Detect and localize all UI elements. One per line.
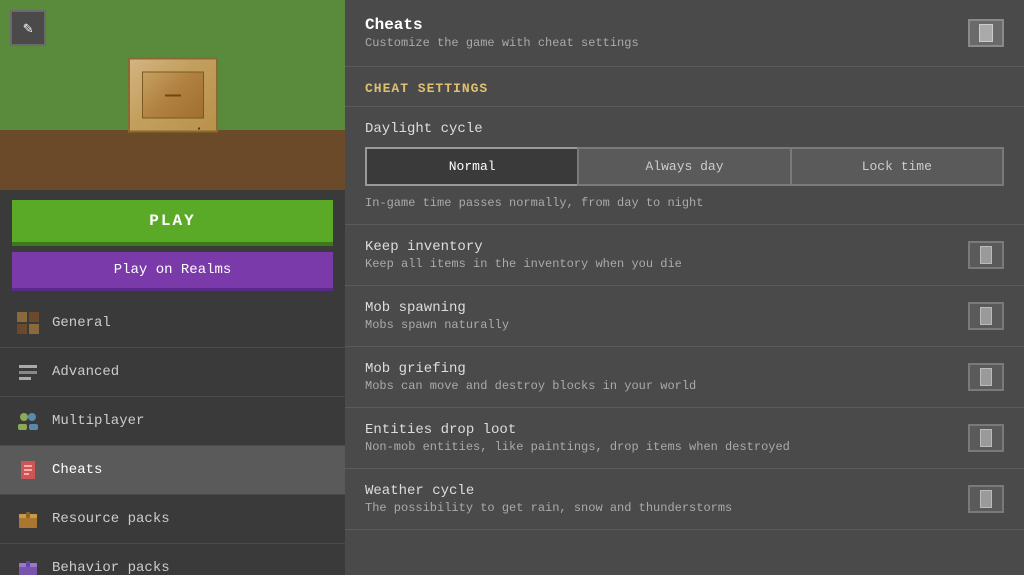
weather-cycle-desc: The possibility to get rain, snow and th… bbox=[365, 501, 952, 515]
sidebar-item-cheats[interactable]: Cheats bbox=[0, 446, 345, 495]
daylight-note: In-game time passes normally, from day t… bbox=[365, 196, 1004, 210]
sidebar-item-label-multiplayer: Multiplayer bbox=[52, 413, 144, 429]
mob-spawning-desc: Mobs spawn naturally bbox=[365, 318, 952, 332]
mob-spawning-toggle-inner bbox=[980, 307, 992, 325]
weather-cycle-info: Weather cycle The possibility to get rai… bbox=[365, 483, 952, 515]
content-panel: Cheats Customize the game with cheat set… bbox=[345, 0, 1024, 575]
cheats-icon bbox=[16, 458, 40, 482]
entities-drop-loot-toggle-inner bbox=[980, 429, 992, 447]
resource-packs-icon bbox=[16, 507, 40, 531]
keep-inventory-info: Keep inventory Keep all items in the inv… bbox=[365, 239, 952, 271]
world-preview: ✎ bbox=[0, 0, 345, 190]
weather-cycle-row: Weather cycle The possibility to get rai… bbox=[345, 469, 1024, 530]
play-button[interactable]: PLAY bbox=[12, 200, 333, 246]
weather-cycle-toggle-inner bbox=[980, 490, 992, 508]
sidebar-item-label-cheats: Cheats bbox=[52, 462, 102, 478]
daylight-lock-time-button[interactable]: Lock time bbox=[790, 147, 1004, 186]
world-preview-sand-inner bbox=[142, 72, 204, 119]
multiplayer-icon bbox=[16, 409, 40, 433]
entities-drop-loot-row: Entities drop loot Non-mob entities, lik… bbox=[345, 408, 1024, 469]
entities-drop-loot-toggle[interactable] bbox=[968, 424, 1004, 452]
sidebar-item-label-advanced: Advanced bbox=[52, 364, 119, 380]
entities-drop-loot-desc: Non-mob entities, like paintings, drop i… bbox=[365, 440, 952, 454]
cheats-header-row: Cheats Customize the game with cheat set… bbox=[345, 0, 1024, 67]
sidebar-item-label-behavior-packs: Behavior packs bbox=[52, 560, 170, 575]
sidebar-item-label-general: General bbox=[52, 315, 111, 331]
keep-inventory-desc: Keep all items in the inventory when you… bbox=[365, 257, 952, 271]
edit-world-button[interactable]: ✎ bbox=[10, 10, 46, 46]
world-preview-sand-inner2 bbox=[165, 95, 181, 97]
cheat-settings-header: CHEAT SETTINGS bbox=[345, 67, 1024, 107]
cheats-title: Cheats bbox=[365, 16, 639, 34]
play-realms-button[interactable]: Play on Realms bbox=[12, 252, 333, 291]
cheats-description: Customize the game with cheat settings bbox=[365, 36, 639, 50]
weather-cycle-name: Weather cycle bbox=[365, 483, 952, 499]
daylight-normal-button[interactable]: Normal bbox=[365, 147, 577, 186]
sidebar-item-label-resource-packs: Resource packs bbox=[52, 511, 170, 527]
mob-griefing-name: Mob griefing bbox=[365, 361, 952, 377]
mob-spawning-toggle[interactable] bbox=[968, 302, 1004, 330]
world-preview-sand-inner3 bbox=[198, 128, 200, 130]
mob-spawning-info: Mob spawning Mobs spawn naturally bbox=[365, 300, 952, 332]
nav-items: General Advanced Multipla bbox=[0, 299, 345, 575]
sidebar-item-resource-packs[interactable]: Resource packs bbox=[0, 495, 345, 544]
sidebar-item-behavior-packs[interactable]: Behavior packs bbox=[0, 544, 345, 575]
mob-griefing-info: Mob griefing Mobs can move and destroy b… bbox=[365, 361, 952, 393]
entities-drop-loot-info: Entities drop loot Non-mob entities, lik… bbox=[365, 422, 952, 454]
mob-spawning-row: Mob spawning Mobs spawn naturally bbox=[345, 286, 1024, 347]
sidebar-item-multiplayer[interactable]: Multiplayer bbox=[0, 397, 345, 446]
world-preview-sand-block bbox=[128, 58, 218, 133]
weather-cycle-toggle[interactable] bbox=[968, 485, 1004, 513]
mob-griefing-toggle[interactable] bbox=[968, 363, 1004, 391]
mob-griefing-toggle-inner bbox=[980, 368, 992, 386]
daylight-section: Daylight cycle Normal Always day Lock ti… bbox=[345, 107, 1024, 225]
mob-spawning-name: Mob spawning bbox=[365, 300, 952, 316]
daylight-always-day-button[interactable]: Always day bbox=[577, 147, 789, 186]
daylight-buttons: Normal Always day Lock time bbox=[365, 147, 1004, 186]
keep-inventory-row: Keep inventory Keep all items in the inv… bbox=[345, 225, 1024, 286]
world-preview-dirt bbox=[0, 130, 345, 190]
cheats-header-info: Cheats Customize the game with cheat set… bbox=[365, 16, 639, 50]
keep-inventory-toggle-inner bbox=[980, 246, 992, 264]
edit-icon: ✎ bbox=[23, 18, 33, 38]
daylight-label: Daylight cycle bbox=[365, 121, 1004, 137]
sidebar: ✎ PLAY Play on Realms General bbox=[0, 0, 345, 575]
sidebar-item-general[interactable]: General bbox=[0, 299, 345, 348]
behavior-packs-icon bbox=[16, 556, 40, 575]
keep-inventory-name: Keep inventory bbox=[365, 239, 952, 255]
advanced-icon bbox=[16, 360, 40, 384]
sidebar-item-advanced[interactable]: Advanced bbox=[0, 348, 345, 397]
cheats-toggle[interactable] bbox=[968, 19, 1004, 47]
keep-inventory-toggle[interactable] bbox=[968, 241, 1004, 269]
entities-drop-loot-name: Entities drop loot bbox=[365, 422, 952, 438]
general-icon bbox=[16, 311, 40, 335]
cheats-toggle-inner bbox=[979, 24, 993, 42]
mob-griefing-row: Mob griefing Mobs can move and destroy b… bbox=[345, 347, 1024, 408]
mob-griefing-desc: Mobs can move and destroy blocks in your… bbox=[365, 379, 952, 393]
